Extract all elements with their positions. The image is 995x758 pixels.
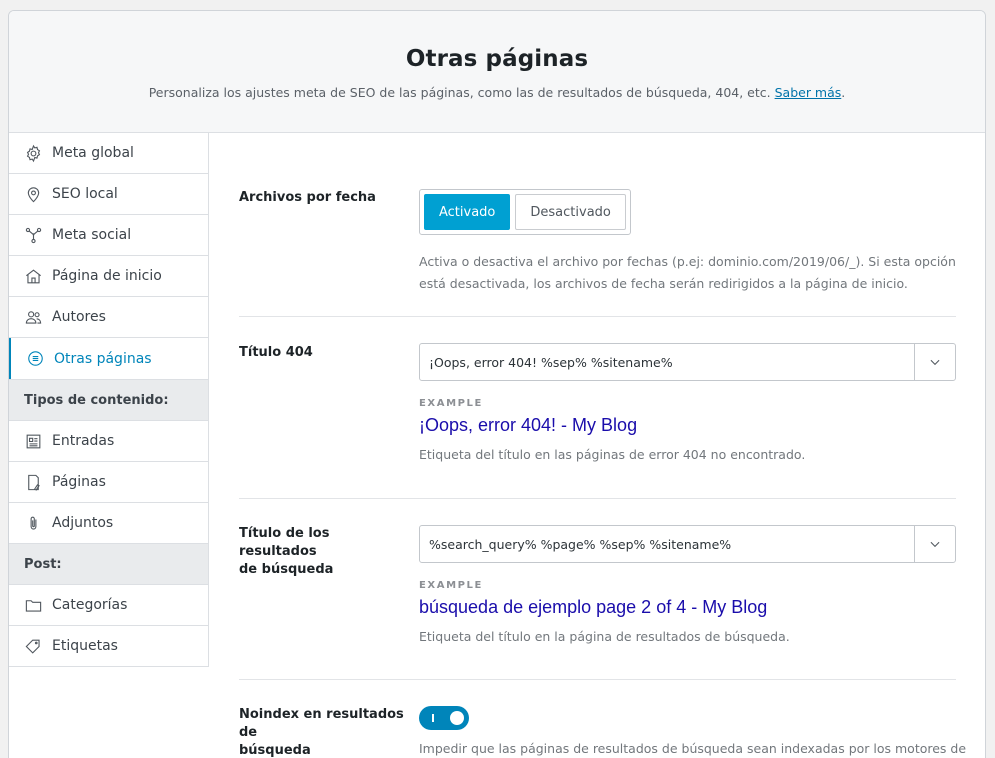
- sidebar-group-post: Post:: [9, 544, 208, 585]
- paperclip-icon: [23, 513, 43, 533]
- setting-help: Etiqueta del título en la página de resu…: [419, 629, 790, 644]
- setting-noindex-search: Noindex en resultados de búsqueda Impedi…: [239, 680, 967, 758]
- sidebar-item-label: Meta social: [52, 227, 132, 243]
- settings-content: Archivos por fecha Activado Desactivado …: [239, 133, 967, 758]
- setting-help: Impedir que las páginas de resultados de…: [419, 741, 967, 756]
- setting-field: Activado Desactivado Activa o desactiva …: [419, 189, 956, 295]
- setting-help: Activa o desactiva el archivo por fechas…: [419, 254, 956, 291]
- setting-search-title: Título de los resultados de búsqueda %se…: [239, 499, 956, 680]
- example-value: ¡Oops, error 404! - My Blog: [419, 415, 638, 435]
- sidebar-item-authors[interactable]: Autores: [9, 297, 208, 338]
- pages-icon: [23, 472, 43, 492]
- chevron-down-icon[interactable]: [914, 526, 955, 562]
- page-header: Otras páginas Personaliza los ajustes me…: [9, 11, 985, 133]
- sidebar-item-label: SEO local: [52, 186, 118, 202]
- setting-date-archives: Archivos por fecha Activado Desactivado …: [239, 133, 956, 317]
- noindex-toggle-switch[interactable]: [419, 706, 469, 730]
- setting-field: Impedir que las páginas de resultados de…: [419, 706, 967, 758]
- sidebar-item-label: Categorías: [52, 597, 128, 613]
- gear-icon: [23, 143, 43, 163]
- search-title-input[interactable]: %search_query% %page% %sep% %sitename%: [419, 525, 956, 563]
- setting-404-title: Título 404 ¡Oops, error 404! %sep% %site…: [239, 317, 956, 499]
- example-label: EXAMPLE: [419, 398, 483, 409]
- activated-button[interactable]: Activado: [424, 194, 511, 230]
- tag-icon: [23, 636, 43, 656]
- share-nodes-icon: [23, 225, 43, 245]
- chevron-down-icon[interactable]: [914, 344, 955, 380]
- sidebar-item-label: Autores: [52, 309, 106, 325]
- sidebar-group-content-types: Tipos de contenido:: [9, 380, 208, 421]
- date-archives-toggle: Activado Desactivado: [419, 189, 631, 235]
- title-404-input[interactable]: ¡Oops, error 404! %sep% %sitename%: [419, 343, 956, 381]
- deactivated-button[interactable]: Desactivado: [515, 194, 626, 230]
- sidebar-item-label: Meta global: [52, 145, 134, 161]
- example-label: EXAMPLE: [419, 580, 483, 591]
- list-circle-icon: [25, 349, 45, 369]
- setting-field: ¡Oops, error 404! %sep% %sitename% EXAMP…: [419, 343, 956, 466]
- setting-field: %search_query% %page% %sep% %sitename% E…: [419, 525, 956, 648]
- settings-panel: Otras páginas Personaliza los ajustes me…: [8, 10, 986, 758]
- sidebar-item-label: Etiquetas: [52, 638, 118, 654]
- page-title: Otras páginas: [405, 46, 589, 72]
- sidebar: Meta global SEO local Meta social Página…: [9, 133, 209, 667]
- sidebar-item-home-page[interactable]: Página de inicio: [9, 256, 208, 297]
- sidebar-item-label: Otras páginas: [54, 350, 152, 367]
- sidebar-item-seo-local[interactable]: SEO local: [9, 174, 208, 215]
- sidebar-item-tags[interactable]: Etiquetas: [9, 626, 208, 667]
- folder-icon: [23, 595, 43, 615]
- sidebar-item-label: Adjuntos: [52, 515, 114, 531]
- page-description: Personaliza los ajustes meta de SEO de l…: [148, 85, 846, 100]
- location-pin-icon: [23, 184, 43, 204]
- sidebar-item-label: Páginas: [52, 474, 106, 490]
- posts-icon: [23, 431, 43, 451]
- sidebar-item-posts[interactable]: Entradas: [9, 421, 208, 462]
- sidebar-item-pages[interactable]: Páginas: [9, 462, 208, 503]
- sidebar-item-meta-global[interactable]: Meta global: [9, 133, 208, 174]
- setting-help: Etiqueta del título en las páginas de er…: [419, 447, 806, 462]
- sidebar-item-label: Entradas: [52, 433, 115, 449]
- home-icon: [23, 266, 43, 286]
- setting-label: Noindex en resultados de búsqueda: [239, 707, 404, 758]
- sidebar-item-attachments[interactable]: Adjuntos: [9, 503, 208, 544]
- sidebar-item-categories[interactable]: Categorías: [9, 585, 208, 626]
- learn-more-link[interactable]: Saber más: [775, 85, 842, 100]
- users-icon: [23, 307, 43, 327]
- sidebar-item-other-pages[interactable]: Otras páginas: [9, 338, 208, 380]
- setting-label: Título de los resultados de búsqueda: [239, 526, 334, 577]
- sidebar-item-label: Página de inicio: [52, 268, 162, 284]
- sidebar-item-meta-social[interactable]: Meta social: [9, 215, 208, 256]
- setting-label: Título 404: [239, 345, 313, 360]
- setting-label: Archivos por fecha: [239, 190, 376, 205]
- example-value: búsqueda de ejemplo page 2 of 4 - My Blo…: [419, 597, 768, 617]
